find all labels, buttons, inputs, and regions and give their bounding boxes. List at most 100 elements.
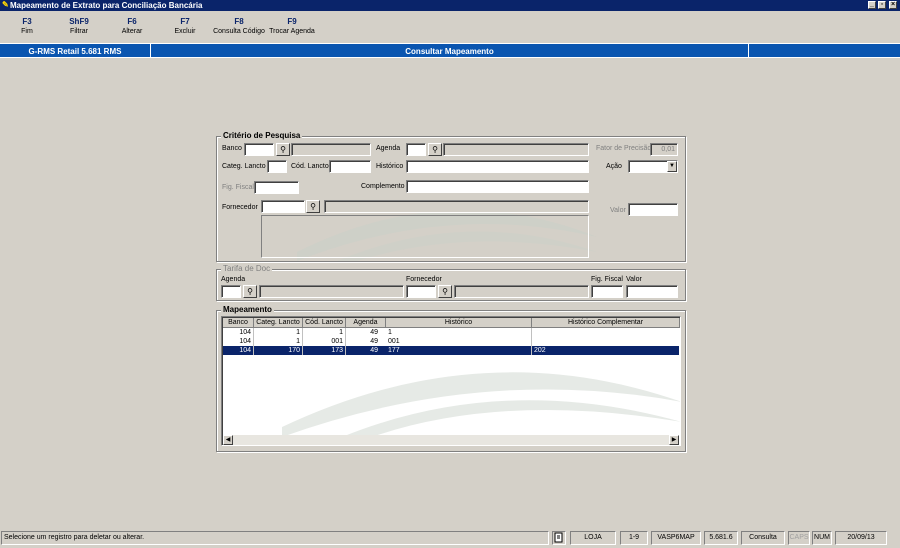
table-row[interactable]: 104 1 001 49 001 <box>223 337 679 346</box>
toolbar-consulta-codigo-button[interactable]: F8 Consulta Código <box>210 17 268 37</box>
toolbar-label: Excluir <box>174 28 196 35</box>
column-header-agenda[interactable]: Agenda <box>346 318 386 328</box>
background-watermark <box>282 372 680 437</box>
chevron-down-icon[interactable]: ▼ <box>667 161 677 172</box>
group-title: Mapeamento <box>221 305 274 315</box>
screen-header: G-RMS Retail 5.681 RMS Consultar Mapeame… <box>0 43 900 58</box>
fator-precisao-field: 0,01 <box>650 143 678 156</box>
status-mode: Consulta <box>741 531 785 545</box>
toolbar-excluir-button[interactable]: F7 Excluir <box>162 17 208 37</box>
tarifa-fig-fiscal-input[interactable] <box>591 285 623 298</box>
toolbar-key: ShF9 <box>69 17 89 26</box>
cell-categ-lancto: 1 <box>254 328 303 337</box>
complemento-label: Complemento <box>361 183 405 190</box>
cell-agenda: 49 <box>370 338 378 345</box>
cell-cod-lancto: 001 <box>303 337 346 346</box>
column-header-historico[interactable]: Histórico <box>386 318 532 328</box>
scroll-right-icon[interactable]: ▶ <box>669 435 679 445</box>
acao-label: Ação <box>606 163 622 170</box>
toolbar-key: F3 <box>22 17 32 26</box>
banco-input[interactable] <box>244 143 274 156</box>
toolbar-trocar-agenda-button[interactable]: F9 Trocar Agenda <box>266 17 318 37</box>
fig-fiscal-input[interactable] <box>254 181 299 194</box>
header-divider <box>748 44 749 57</box>
tarifa-fornecedor-input[interactable] <box>406 285 436 298</box>
status-program: VASP6MAP <box>651 531 701 545</box>
status-num: NUM <box>812 531 832 545</box>
column-header-historico-complementar[interactable]: Histórico Complementar <box>532 318 680 328</box>
tarifa-agenda-input[interactable] <box>221 285 241 298</box>
restore-button[interactable]: ▫ <box>878 1 886 9</box>
toolbar-key: F7 <box>180 17 190 26</box>
fornecedor-label: Fornecedor <box>222 204 258 211</box>
cell-historico: 001 <box>386 337 532 346</box>
tarifa-valor-input[interactable] <box>626 285 678 298</box>
toolbar-key: F9 <box>287 17 297 26</box>
cell-historico: 1 <box>386 328 532 337</box>
column-header-cod-lancto[interactable]: Cód. Lancto <box>303 318 346 328</box>
minimize-button[interactable]: _ <box>868 1 876 9</box>
acao-select[interactable]: ▼ <box>628 160 678 173</box>
banco-label: Banco <box>222 145 242 152</box>
column-header-categ-lancto[interactable]: Categ. Lancto <box>254 318 303 328</box>
binoculars-icon[interactable]: ⚲ <box>243 285 257 298</box>
toolbar-fim-button[interactable]: F3 Fim <box>4 17 50 37</box>
cell-categ-lancto: 1 <box>254 337 303 346</box>
historico-label: Histórico <box>376 163 404 170</box>
toolbar-label: Filtrar <box>70 28 88 35</box>
screen-title: Consultar Mapeamento <box>405 47 494 56</box>
banco-description-field <box>291 143 371 156</box>
cell-categ-lancto: 170 <box>254 346 303 355</box>
tarifa-fornecedor-description-field <box>454 285 589 298</box>
column-header-banco[interactable]: Banco <box>223 318 254 328</box>
status-caps: CAPS <box>788 531 810 545</box>
document-icon[interactable] <box>552 531 566 545</box>
cell-historico: 177 <box>386 346 532 355</box>
valor-input[interactable] <box>628 203 678 216</box>
toolbar-alterar-button[interactable]: F6 Alterar <box>109 17 155 37</box>
toolbar-filtrar-button[interactable]: ShF9 Filtrar <box>56 17 102 37</box>
toolbar-label: Trocar Agenda <box>269 28 315 35</box>
table-row-selected[interactable]: 104 170 173 49 177 202 <box>223 346 679 355</box>
toolbar-label: Fim <box>21 28 33 35</box>
mapeamento-grid[interactable]: Banco Categ. Lancto Cód. Lancto Agenda H… <box>221 316 681 446</box>
fator-precisao-label: Fator de Precisão <box>596 145 652 152</box>
horizontal-scrollbar[interactable]: ◀ ▶ <box>223 435 679 445</box>
product-name: G-RMS Retail 5.681 RMS <box>28 47 122 56</box>
cod-lancto-input[interactable] <box>329 160 371 173</box>
binoculars-icon[interactable]: ⚲ <box>438 285 452 298</box>
agenda-description-field <box>443 143 589 156</box>
fornecedor-input[interactable] <box>261 200 305 213</box>
cell-agenda: 49 <box>370 329 378 336</box>
status-message: Selecione um registro para deletar ou al… <box>1 531 549 545</box>
cell-banco: 104 <box>223 328 254 337</box>
toolbar-key: F8 <box>234 17 244 26</box>
binoculars-icon[interactable]: ⚲ <box>428 143 442 156</box>
cell-historico-complementar <box>532 328 679 337</box>
historico-input[interactable] <box>406 160 589 173</box>
status-date: 20/09/13 <box>835 531 887 545</box>
agenda-input[interactable] <box>406 143 426 156</box>
agenda-label: Agenda <box>376 145 401 152</box>
categ-lancto-label: Categ. Lancto <box>222 163 266 170</box>
binoculars-icon[interactable]: ⚲ <box>276 143 290 156</box>
tarifa-agenda-description-field <box>259 285 404 298</box>
binoculars-icon[interactable]: ⚲ <box>306 200 320 213</box>
complemento-input[interactable] <box>406 180 589 193</box>
cod-lancto-label: Cód. Lancto <box>291 163 329 170</box>
cell-banco: 104 <box>223 346 254 355</box>
table-row[interactable]: 104 1 1 49 1 <box>223 328 679 337</box>
status-version: 5.681.6 <box>704 531 738 545</box>
toolbar-key: F6 <box>127 17 137 26</box>
categ-lancto-input[interactable] <box>267 160 287 173</box>
status-range: 1-9 <box>620 531 648 545</box>
close-button[interactable]: × <box>889 1 897 9</box>
cell-agenda: 49 <box>370 347 378 354</box>
tarifa-fig-fiscal-label: Fig. Fiscal <box>591 276 623 283</box>
fornecedor-detail-area <box>261 215 589 258</box>
cell-historico-complementar: 202 <box>534 347 546 354</box>
scroll-left-icon[interactable]: ◀ <box>223 435 233 445</box>
group-title: Tarifa de Doc <box>221 264 273 274</box>
tarifa-valor-label: Valor <box>626 276 642 283</box>
valor-label: Valor <box>610 207 626 214</box>
